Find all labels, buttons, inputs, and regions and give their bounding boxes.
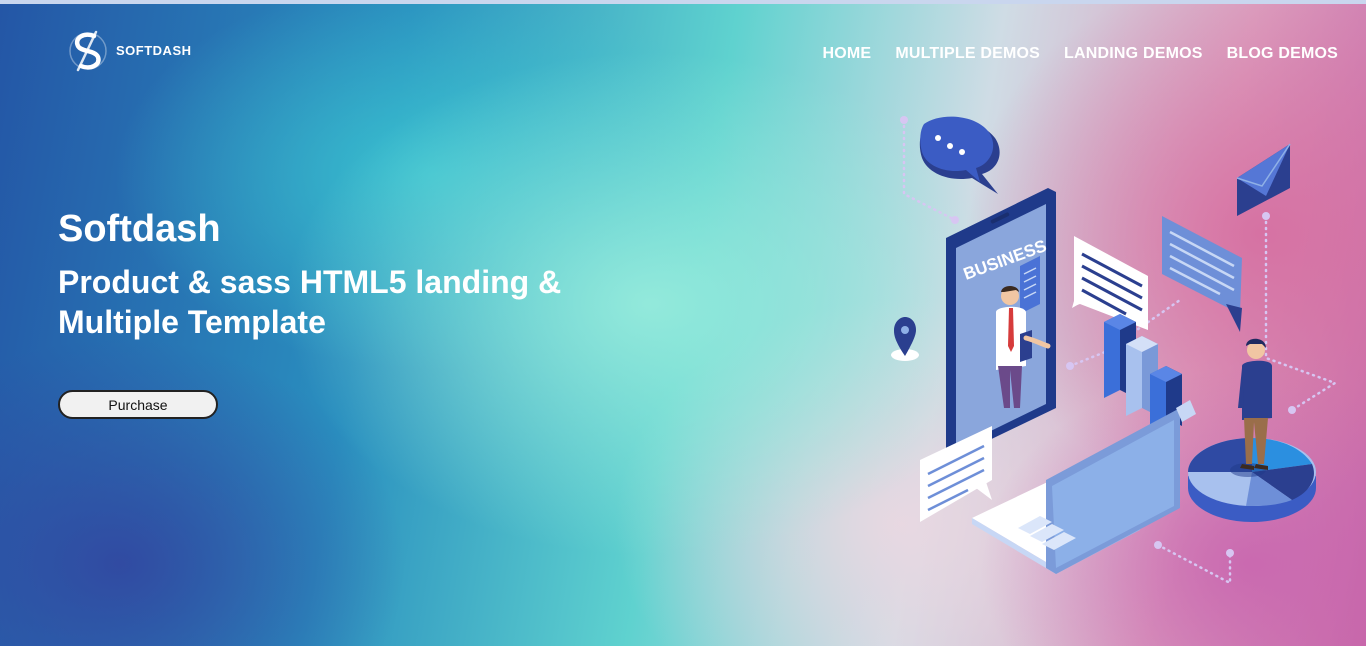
purchase-button[interactable]: Purchase bbox=[58, 390, 218, 419]
logo-icon bbox=[69, 30, 107, 72]
phone-icon: BUSINESS bbox=[946, 188, 1056, 458]
message-card-icon bbox=[1072, 236, 1148, 330]
hero-subtitle: Product & sass HTML5 landing & Multiple … bbox=[58, 264, 562, 340]
main-nav: HOME MULTIPLE DEMOS LANDING DEMOS BLOG D… bbox=[799, 45, 1339, 63]
bar-chart-icon bbox=[1104, 314, 1182, 426]
hero-illustration: BUSINESS bbox=[891, 116, 1338, 586]
hero-title: Softdash bbox=[58, 208, 221, 250]
brand-name: SOFTDASH bbox=[116, 42, 192, 58]
chat-bubble-icon bbox=[919, 116, 1000, 194]
brand-logo[interactable]: SOFTDASH bbox=[68, 30, 192, 72]
nav-home[interactable]: HOME bbox=[823, 45, 872, 63]
nav-multiple-demos[interactable]: MULTIPLE DEMOS bbox=[895, 45, 1040, 63]
message-card-icon-2 bbox=[1162, 216, 1242, 332]
envelope-icon bbox=[1236, 143, 1291, 216]
nav-landing-demos[interactable]: LANDING DEMOS bbox=[1064, 45, 1203, 63]
nav-blog-demos[interactable]: BLOG DEMOS bbox=[1227, 45, 1338, 63]
location-pin-icon bbox=[891, 317, 919, 361]
